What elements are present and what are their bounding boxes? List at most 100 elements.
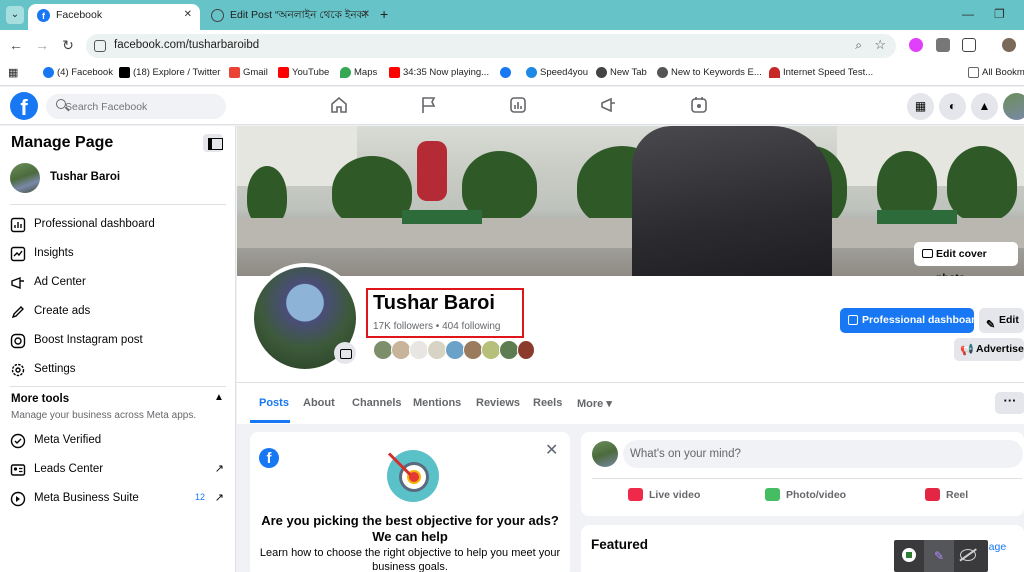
all-bookmarks-folder[interactable]: All Bookm bbox=[968, 67, 1024, 78]
follower-avatar[interactable] bbox=[445, 340, 465, 360]
sidebar-item-label: Leads Center bbox=[34, 463, 104, 475]
bookmark-gmail[interactable]: Gmail bbox=[229, 67, 268, 78]
shield-icon[interactable] bbox=[902, 548, 916, 562]
close-icon[interactable]: ✕ bbox=[184, 4, 192, 26]
sidebar-item-professional-dashboard[interactable]: Professional dashboard bbox=[8, 212, 228, 238]
qr-extension-icon[interactable] bbox=[936, 38, 950, 52]
bookmark-facebook[interactable]: (4) Facebook bbox=[43, 67, 113, 78]
follower-avatar[interactable] bbox=[499, 340, 519, 360]
bookmark-star-icon[interactable]: ☆ bbox=[874, 37, 886, 53]
bookmark-speed4you[interactable]: Speed4you bbox=[526, 67, 588, 78]
edit-page-button[interactable]: ✎ Edit bbox=[979, 308, 1024, 333]
tab-reviews[interactable]: Reviews bbox=[476, 397, 520, 409]
tab-reels[interactable]: Reels bbox=[533, 397, 562, 409]
new-tab-icon bbox=[596, 67, 607, 78]
close-icon[interactable]: ✕ bbox=[362, 4, 370, 26]
back-arrow-icon[interactable]: ← bbox=[8, 37, 24, 53]
search-input[interactable] bbox=[65, 94, 220, 119]
follower-avatar[interactable] bbox=[427, 340, 447, 360]
edit-cover-photo-button[interactable]: Edit cover photo bbox=[914, 242, 1018, 284]
pen-icon[interactable]: ✎ bbox=[924, 540, 954, 572]
chevron-up-icon[interactable]: ▲ bbox=[214, 392, 224, 403]
tab-channels[interactable]: Channels bbox=[352, 397, 402, 409]
sidebar-item-boost-instagram[interactable]: Boost Instagram post bbox=[8, 328, 228, 354]
calendar-icon[interactable] bbox=[689, 95, 711, 117]
sidebar-item-insights[interactable]: Insights bbox=[8, 241, 228, 267]
address-bar[interactable]: facebook.com/tusharbaroibd ⌕ ☆ bbox=[86, 34, 896, 58]
tab-search-button[interactable]: ⌄ bbox=[6, 6, 24, 24]
search-box[interactable] bbox=[46, 94, 226, 119]
minimize-icon[interactable]: — bbox=[962, 7, 974, 21]
account-avatar[interactable] bbox=[1003, 93, 1024, 120]
reel-button[interactable]: Reel bbox=[925, 487, 968, 503]
browser-tab-facebook[interactable]: f Facebook ✕ bbox=[28, 4, 200, 30]
bookmark-twitter[interactable]: (18) Explore / Twitter bbox=[119, 67, 220, 78]
page-profile-link[interactable]: Tushar Baroi bbox=[10, 163, 226, 195]
sidebar-item-meta-verified[interactable]: Meta Verified bbox=[8, 428, 228, 454]
browser-tab-edit-post[interactable]: Edit Post “অনলাইন থেকে ইনকা ✕ bbox=[202, 4, 378, 30]
browser-toolbar: ← → ↻ facebook.com/tusharbaroibd ⌕ ☆ bbox=[0, 30, 1024, 62]
bookmark-new-tab[interactable]: New Tab bbox=[596, 67, 647, 78]
folder-icon bbox=[968, 67, 979, 78]
forward-arrow-icon[interactable]: → bbox=[34, 37, 50, 53]
sidebar-item-leads-center[interactable]: Leads Center ↗ bbox=[8, 457, 228, 483]
avatar bbox=[592, 441, 618, 467]
more-tools-heading[interactable]: More tools bbox=[11, 393, 69, 405]
reload-icon[interactable]: ↻ bbox=[60, 37, 76, 54]
facebook-logo-icon[interactable]: f bbox=[10, 92, 38, 120]
professional-dashboard-button[interactable]: Professional dashboard bbox=[840, 308, 982, 333]
bookmark-maps[interactable]: Maps bbox=[340, 67, 377, 78]
tab-mentions[interactable]: Mentions bbox=[413, 397, 461, 409]
site-settings-icon[interactable] bbox=[94, 40, 106, 52]
tree-shape bbox=[247, 166, 287, 226]
restore-icon[interactable]: ❐ bbox=[994, 7, 1005, 21]
follower-stats[interactable]: 17K followers • 404 following bbox=[373, 321, 500, 332]
advertise-button[interactable]: 📢 Advertise bbox=[954, 338, 1024, 361]
follower-avatar[interactable] bbox=[409, 340, 429, 360]
more-options-button[interactable]: ··· bbox=[995, 392, 1024, 414]
photo-video-button[interactable]: Photo/video bbox=[765, 487, 846, 503]
sign-shape bbox=[402, 210, 482, 224]
new-tab-button[interactable]: + bbox=[380, 6, 388, 22]
follower-avatar[interactable] bbox=[373, 340, 393, 360]
dashboard-icon bbox=[10, 217, 26, 233]
sidebar-item-create-ads[interactable]: Create ads bbox=[8, 299, 228, 325]
extension-icon[interactable] bbox=[909, 38, 923, 52]
collapse-sidebar-icon[interactable] bbox=[203, 134, 223, 152]
tab-about[interactable]: About bbox=[303, 397, 335, 409]
follower-avatar[interactable] bbox=[463, 340, 483, 360]
flag-icon[interactable] bbox=[419, 95, 441, 117]
sidebar-item-meta-business-suite[interactable]: Meta Business Suite 12 ↗ bbox=[8, 486, 228, 512]
bookmark-keywords[interactable]: New to Keywords E... bbox=[657, 67, 762, 78]
x-icon bbox=[119, 67, 130, 78]
eye-off-icon[interactable] bbox=[960, 549, 976, 561]
live-video-button[interactable]: Live video bbox=[628, 487, 700, 503]
cover-photo[interactable] bbox=[237, 126, 1024, 276]
bookmark-youtube[interactable]: YouTube bbox=[278, 67, 329, 78]
menu-grid-icon[interactable]: ▦ bbox=[907, 93, 934, 120]
action-label: Photo/video bbox=[786, 489, 847, 501]
whats-on-your-mind-input[interactable]: What's on your mind? bbox=[623, 440, 1023, 468]
tab-more[interactable]: More ▾ bbox=[577, 397, 612, 410]
megaphone-icon[interactable] bbox=[599, 95, 621, 117]
bookmark-now-playing[interactable]: 34:35 Now playing... bbox=[389, 67, 489, 78]
camera-icon[interactable] bbox=[334, 342, 356, 364]
follower-avatar[interactable] bbox=[391, 340, 411, 360]
apps-grid-icon[interactable]: ▦ bbox=[8, 66, 18, 79]
tab-posts[interactable]: Posts bbox=[259, 397, 289, 409]
sidebar-item-ad-center[interactable]: Ad Center bbox=[8, 270, 228, 296]
follower-avatar[interactable] bbox=[481, 340, 501, 360]
close-icon[interactable]: ✕ bbox=[545, 440, 558, 460]
url-text[interactable]: facebook.com/tusharbaroibd bbox=[114, 39, 259, 51]
zoom-icon[interactable]: ⌕ bbox=[855, 38, 862, 53]
sidebar-item-settings[interactable]: Settings bbox=[8, 357, 228, 383]
follower-avatar[interactable] bbox=[517, 340, 535, 360]
messenger-icon[interactable]: ◐ bbox=[939, 93, 966, 120]
notifications-bell-icon[interactable]: ▲ bbox=[971, 93, 998, 120]
extensions-puzzle-icon[interactable] bbox=[962, 38, 976, 52]
insights-chart-icon[interactable] bbox=[508, 95, 530, 117]
home-icon[interactable] bbox=[329, 95, 351, 117]
active-tab-indicator bbox=[250, 420, 290, 423]
profile-avatar[interactable] bbox=[1002, 38, 1016, 52]
bookmark-speed-test[interactable]: Internet Speed Test... bbox=[769, 67, 873, 78]
